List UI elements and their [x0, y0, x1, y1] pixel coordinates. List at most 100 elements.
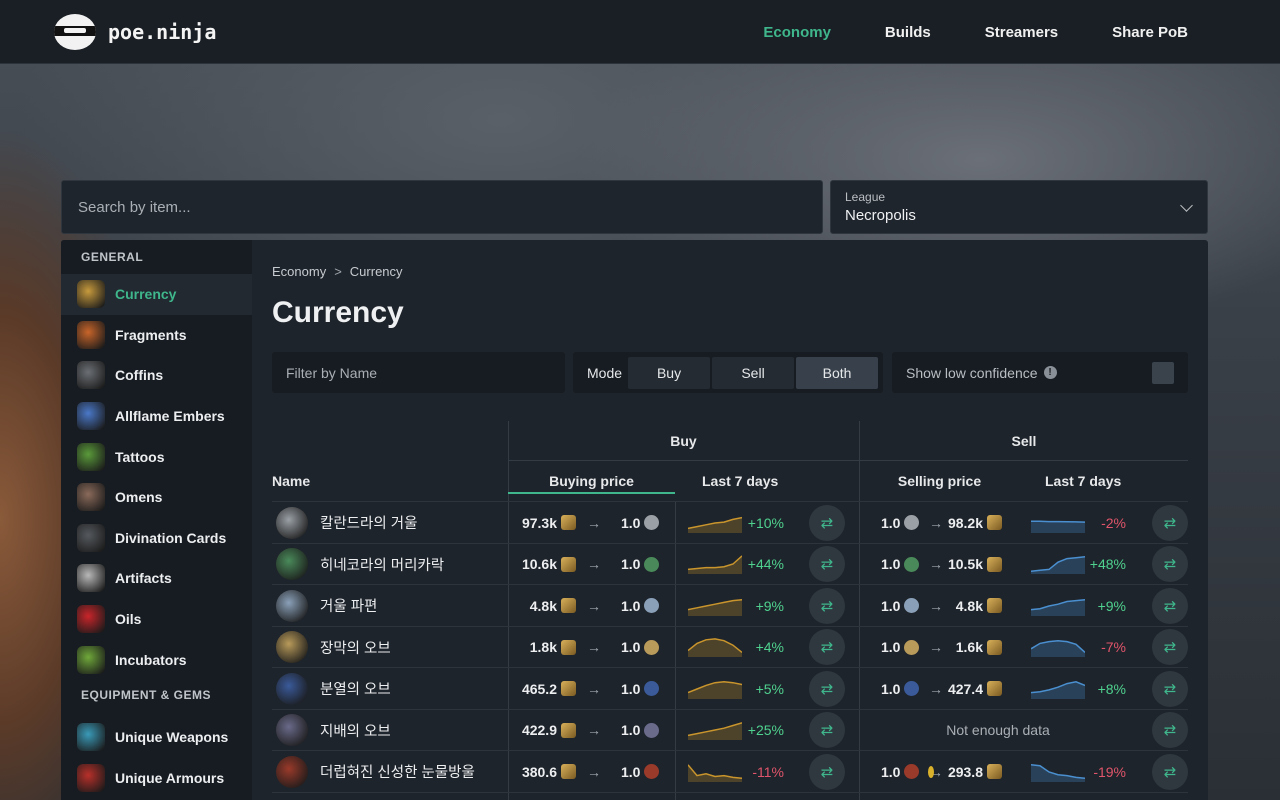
- table-row[interactable]: 히네코라의 머리카락 10.6k → 1.0 +44% ⇄ 1.0 → 10.5…: [272, 544, 1188, 585]
- swap-icon[interactable]: ⇄: [809, 546, 845, 582]
- sidebar-item-label: Coffins: [115, 367, 164, 384]
- swap-icon[interactable]: ⇄: [1152, 670, 1188, 707]
- table-row[interactable]: 더럽혀진 신성한 눈물방울 380.6 → 1.0 -11% ⇄ 1.0 → 2…: [272, 751, 1188, 793]
- sell-swap-cell: ⇄: [1152, 502, 1188, 543]
- swap-icon[interactable]: ⇄: [809, 712, 845, 748]
- swap-icon[interactable]: ⇄: [1152, 546, 1188, 582]
- sell-pay-amount: 1.0: [881, 597, 901, 614]
- chaos-orb-icon: [561, 681, 576, 696]
- buy-sparkline-cell: [688, 502, 744, 543]
- table-row[interactable]: 칼란드라의 거울 97.3k → 1.0 +10% ⇄ 1.0 → 98.2k …: [272, 502, 1188, 544]
- item-name[interactable]: 지배의 오브: [320, 720, 391, 741]
- sell-swap-cell: ⇄: [1152, 627, 1188, 668]
- buy-price-cell: 4.8k: [508, 585, 576, 626]
- sidebar-item-fragments[interactable]: Fragments: [61, 315, 252, 356]
- low-confidence-checkbox[interactable]: [1152, 362, 1174, 384]
- item-name[interactable]: 히네코라의 머리카락: [320, 554, 444, 575]
- buy-sparkline: [688, 638, 742, 657]
- buy-swap-cell: ⇄: [809, 502, 845, 543]
- col-header-last7-buy[interactable]: Last 7 days: [702, 461, 852, 501]
- swap-icon[interactable]: ⇄: [1152, 629, 1188, 665]
- col-header-last7-sell[interactable]: Last 7 days: [1045, 461, 1165, 501]
- item-name[interactable]: 거울 파편: [320, 595, 377, 616]
- swap-icon[interactable]: ⇄: [809, 587, 845, 624]
- buy-arrow: →: [587, 722, 601, 738]
- sidebar-item-tattoos[interactable]: Tattoos: [61, 436, 252, 477]
- buy-sparkline: [688, 598, 742, 616]
- mode-sell-button[interactable]: Sell: [712, 356, 795, 389]
- sell-sparkline: [1031, 680, 1085, 699]
- swap-icon[interactable]: ⇄: [809, 670, 845, 707]
- buy-swap-cell: ⇄: [809, 544, 845, 585]
- low-confidence-toggle: Show low confidence !: [892, 352, 1188, 393]
- table-row[interactable]: 거울 파편 4.8k → 1.0 +9% ⇄ 1.0 → 4.8k +9% ⇄: [272, 585, 1188, 627]
- col-header-buying-price[interactable]: Buying price: [508, 461, 675, 501]
- buy-arrow: →: [587, 556, 601, 572]
- chaos-orb-icon: [561, 598, 576, 613]
- swap-icon[interactable]: ⇄: [1152, 753, 1188, 790]
- table-row[interactable]: 지배의 오브 422.9 → 1.0 +25% ⇄ Not enough dat…: [272, 710, 1188, 751]
- filter-by-name-input[interactable]: [286, 364, 551, 381]
- sidebar-item-divination-cards[interactable]: Divination Cards: [61, 518, 252, 559]
- nav-share-pob[interactable]: Share PoB: [1112, 24, 1188, 41]
- nav-streamers[interactable]: Streamers: [985, 24, 1058, 41]
- league-select[interactable]: League Necropolis: [830, 180, 1208, 234]
- sidebar-item-currency[interactable]: Currency: [61, 274, 252, 315]
- swap-icon[interactable]: ⇄: [809, 753, 845, 790]
- mode-both-button[interactable]: Both: [796, 356, 879, 389]
- item-name-cell: 칼란드라의 거울: [276, 502, 417, 543]
- item-name[interactable]: 칼란드라의 거울: [320, 512, 417, 533]
- sidebar-item-coffins[interactable]: Coffins: [61, 355, 252, 396]
- sidebar-item-incubators[interactable]: Incubators: [61, 639, 252, 680]
- fragments-icon: [77, 320, 105, 349]
- sidebar-item-unique-armours[interactable]: Unique Armours: [61, 758, 252, 799]
- buy-pay-cell: 1.0: [621, 627, 666, 668]
- buy-pay-cell: 1.0: [621, 544, 666, 585]
- currency-item-icon: [904, 515, 920, 530]
- sell-sparkline-cell: [1031, 585, 1087, 626]
- nav-builds[interactable]: Builds: [885, 24, 931, 41]
- col-header-name[interactable]: Name: [272, 461, 508, 501]
- table-row[interactable]: 장막의 오브 1.8k → 1.0 +4% ⇄ 1.0 → 1.6k -7% ⇄: [272, 627, 1188, 668]
- breadcrumb-economy[interactable]: Economy: [272, 264, 326, 279]
- swap-icon[interactable]: ⇄: [1152, 504, 1188, 541]
- sidebar-item-oils[interactable]: Oils: [61, 599, 252, 640]
- sidebar-item-omens[interactable]: Omens: [61, 477, 252, 518]
- col-header-selling-price[interactable]: Selling price: [872, 461, 1007, 501]
- buy-sparkline: [688, 680, 742, 699]
- chaos-orb-icon: [987, 515, 1002, 530]
- swap-icon[interactable]: ⇄: [1152, 587, 1188, 624]
- mode-buy-button[interactable]: Buy: [628, 356, 711, 389]
- breadcrumb-currency[interactable]: Currency: [350, 264, 403, 279]
- item-search-input[interactable]: [78, 198, 806, 216]
- sell-sparkline-cell: [1031, 627, 1087, 668]
- table-row[interactable]: 분열의 오브 465.2 → 1.0 +5% ⇄ 1.0 → 427.4 +8%…: [272, 668, 1188, 710]
- currency-item-icon: [904, 681, 920, 696]
- item-name-cell: 분열의 오브: [276, 668, 391, 709]
- swap-icon[interactable]: ⇄: [809, 629, 845, 665]
- buy-change: +5%: [755, 680, 784, 697]
- buy-price-value: 4.8k: [529, 597, 557, 614]
- sidebar-item-artifacts[interactable]: Artifacts: [61, 558, 252, 599]
- item-name[interactable]: 더럽혀진 신성한 눈물방울: [320, 761, 475, 782]
- sell-sparkline: [1031, 598, 1085, 616]
- sidebar-item-allflame-embers[interactable]: Allflame Embers: [61, 396, 252, 437]
- sidebar-heading-equipment: EQUIPMENT & GEMS: [81, 687, 212, 702]
- info-icon[interactable]: !: [1043, 366, 1057, 379]
- item-name[interactable]: 분열의 오브: [320, 678, 391, 699]
- chaos-orb-icon: [987, 764, 1002, 779]
- swap-icon[interactable]: ⇄: [809, 504, 845, 541]
- unique-armours-icon: [77, 763, 105, 792]
- buy-price-value: 465.2: [521, 680, 557, 697]
- main-nav: Economy Builds Streamers Share PoB: [763, 0, 1188, 64]
- item-name[interactable]: 장막의 오브: [320, 637, 391, 658]
- swap-icon[interactable]: ⇄: [1152, 712, 1188, 748]
- buy-arrow: →: [587, 639, 601, 655]
- sidebar-item-unique-weapons[interactable]: Unique Weapons: [61, 717, 252, 758]
- site-logo[interactable]: poe.ninja: [54, 14, 216, 50]
- sell-pay-cell: 1.0: [881, 502, 931, 543]
- nav-economy[interactable]: Economy: [763, 24, 831, 41]
- buy-pay-amount: 1.0: [621, 680, 641, 697]
- buy-pay-amount: 1.0: [621, 556, 641, 572]
- buy-sparkline: [688, 555, 742, 574]
